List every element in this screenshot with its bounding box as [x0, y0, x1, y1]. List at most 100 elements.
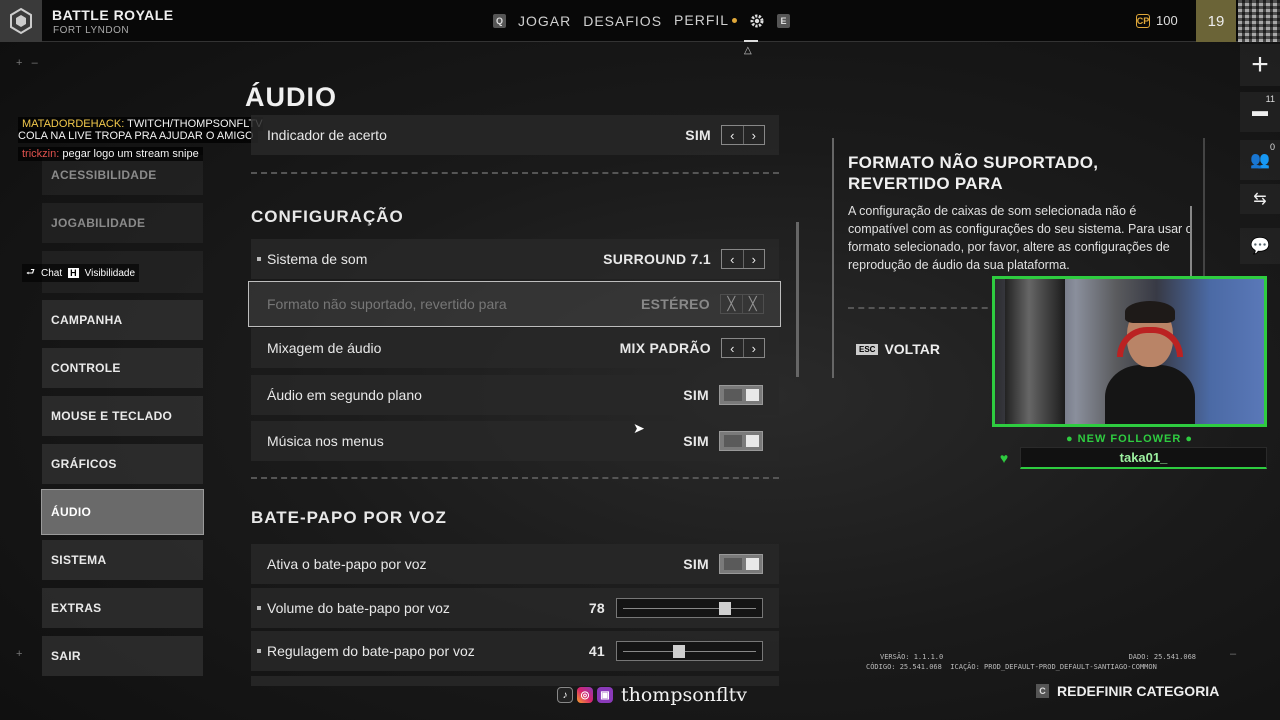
chevron-left-icon[interactable]: ‹ — [722, 339, 744, 357]
mail-icon: ▬ — [1252, 103, 1268, 120]
mail-button[interactable]: 11 ▬ — [1240, 92, 1280, 132]
slider-track — [623, 651, 756, 652]
option-arrows[interactable]: ‹ › — [721, 125, 765, 145]
toggle-switch[interactable] — [719, 554, 763, 574]
chevron-left-icon: ╳ — [721, 295, 743, 313]
party-icon: 👥 — [1250, 152, 1270, 169]
game-logo-icon[interactable] — [0, 0, 42, 42]
sidebar-item-mouse-teclado[interactable]: MOUSE E TECLADO — [42, 396, 203, 436]
new-follower-text: NEW FOLLOWER — [1077, 433, 1182, 445]
info-title: FORMATO NÃO SUPORTADO, REVERTIDO PARA — [848, 153, 1099, 193]
option-arrows[interactable]: ‹ › — [721, 338, 765, 358]
back-button[interactable]: ESC VOLTAR — [856, 341, 940, 357]
sidebar-item-sistema[interactable]: SISTEMA — [42, 540, 203, 580]
option-arrows[interactable]: ‹ › — [721, 249, 765, 269]
sidebar-item-extras[interactable]: EXTRAS — [42, 588, 203, 628]
mode-title: BATTLE ROYALE — [52, 7, 174, 23]
setting-mixagem-de-audio[interactable]: Mixagem de áudio MIX PADRÃO ‹ › — [251, 328, 779, 368]
chat-message: pegar logo um stream snipe — [62, 148, 199, 160]
section-divider — [251, 172, 779, 174]
back-label: VOLTAR — [884, 341, 940, 357]
sidebar-item-graficos[interactable]: GRÁFICOS — [42, 444, 203, 484]
party-badge: 0 — [1269, 142, 1275, 152]
key-hint-q: Q — [493, 14, 506, 28]
toggle-switch[interactable] — [719, 385, 763, 405]
chevron-right-icon[interactable]: › — [744, 250, 765, 268]
threshold-slider[interactable] — [616, 641, 763, 661]
setting-volume-bate-papo[interactable]: Volume do bate-papo por voz 78 — [251, 588, 779, 628]
key-hint-h: H — [68, 268, 79, 278]
reset-label: REDEFINIR CATEGORIA — [1057, 683, 1220, 699]
gear-icon[interactable] — [749, 13, 765, 29]
info-divider — [848, 307, 998, 309]
code-text: CÓDIGO: 25.541.068 ICAÇÃO: PROD_DEFAULT-… — [866, 663, 1157, 671]
setting-ativa-bate-papo[interactable]: Ativa o bate-papo por voz SIM — [251, 544, 779, 584]
currency-amount: 100 — [1156, 13, 1178, 28]
setting-regulagem-bate-papo[interactable]: Regulagem do bate-papo por voz 41 — [251, 631, 779, 671]
plus-small-icon: + – — [16, 57, 38, 69]
setting-musica-nos-menus[interactable]: Música nos menus SIM — [251, 421, 779, 461]
player-level[interactable]: 19 — [1196, 0, 1236, 42]
mail-badge: 11 — [1265, 94, 1275, 104]
section-header-bate-papo: BATE-PAPO POR VOZ — [251, 508, 447, 527]
setting-audio-segundo-plano[interactable]: Áudio em segundo plano SIM — [251, 375, 779, 415]
chat-icon: ⮐ — [26, 266, 35, 278]
plus-small-icon-bottom: + — [16, 648, 23, 660]
slider-thumb[interactable] — [718, 602, 731, 615]
player-emblem-icon[interactable] — [1238, 0, 1280, 42]
setting-value: SIM — [685, 127, 711, 143]
currency-display[interactable]: CP 100 — [1136, 13, 1178, 28]
nav-jogar[interactable]: JOGAR — [518, 13, 571, 29]
bullet-icon — [257, 606, 261, 610]
plus-icon: + — [1251, 48, 1269, 81]
setting-sistema-de-som[interactable]: Sistema de som SURROUND 7.1 ‹ › — [251, 239, 779, 279]
info-body: A configuração de caixas de som selecion… — [848, 204, 1193, 272]
social-button[interactable]: ⇆ — [1240, 184, 1280, 214]
chat-control-bar[interactable]: ⮐ Chat H Visibilidade — [22, 264, 140, 282]
heart-icon: ♥ — [999, 450, 1009, 466]
top-bar: BATTLE ROYALE FORT LYNDON Q JOGAR DESAFI… — [0, 0, 1280, 42]
add-friend-button[interactable]: + — [1240, 44, 1280, 86]
setting-indicador-acerto[interactable]: Indicador de acerto SIM ‹ › — [251, 115, 779, 155]
chevron-right-icon[interactable]: › — [744, 339, 765, 357]
setting-label: Música nos menus — [267, 433, 384, 449]
instagram-icon: ◎ — [577, 687, 593, 703]
key-hint-esc: ESC — [856, 343, 879, 355]
chat-label: Chat — [41, 267, 63, 279]
setting-label: Formato não suportado, revertido para — [267, 296, 507, 312]
section-header-configuracao: CONFIGURAÇÃO — [251, 207, 404, 226]
reset-category-button[interactable]: C REDEFINIR CATEGORIA — [1036, 683, 1219, 699]
sidebar-item-sair[interactable]: SAIR — [42, 636, 203, 676]
slider-track — [623, 608, 756, 609]
sidebar-item-audio[interactable]: ÁUDIO — [41, 489, 204, 535]
chat-button[interactable]: 💬 — [1240, 228, 1280, 264]
chat-bubble-icon: 💬 — [1250, 238, 1270, 255]
data-text: DADO: 25.541.068 — [1128, 653, 1196, 661]
chevron-right-icon: ╳ — [748, 296, 757, 311]
info-scrollbar[interactable] — [1190, 206, 1192, 286]
visibility-label: Visibilidade — [84, 267, 136, 279]
slider-thumb[interactable] — [673, 645, 686, 658]
setting-value: 41 — [588, 643, 605, 659]
setting-label: Indicador de acerto — [267, 127, 387, 143]
settings-scrollbar[interactable] — [796, 222, 799, 377]
sidebar-item-jogabilidade[interactable]: JOGABILIDADE — [42, 203, 203, 243]
volume-slider[interactable] — [616, 598, 763, 618]
setting-label: Volume do bate-papo por voz — [267, 600, 450, 616]
nav-desafios[interactable]: DESAFIOS — [583, 13, 662, 29]
sidebar-item-campanha[interactable]: CAMPANHA — [42, 300, 203, 340]
sidebar-item-controle[interactable]: CONTROLE — [42, 348, 203, 388]
streamer-handle: thompsonfltv — [621, 684, 747, 706]
setting-label: Mixagem de áudio — [267, 340, 382, 356]
party-button[interactable]: 0 👥 — [1240, 140, 1280, 180]
chevron-left-icon[interactable]: ‹ — [722, 126, 744, 144]
bullet-icon — [257, 649, 261, 653]
chevron-left-icon[interactable]: ‹ — [722, 250, 744, 268]
chevron-right-icon[interactable]: › — [744, 126, 765, 144]
toggle-switch[interactable] — [719, 431, 763, 451]
nav-perfil[interactable]: PERFIL — [674, 12, 738, 30]
chat-username: trickzin: — [22, 148, 60, 160]
section-divider — [251, 477, 779, 479]
setting-value: SIM — [683, 387, 709, 403]
setting-formato-nao-suportado[interactable]: Formato não suportado, revertido para ES… — [248, 281, 781, 327]
